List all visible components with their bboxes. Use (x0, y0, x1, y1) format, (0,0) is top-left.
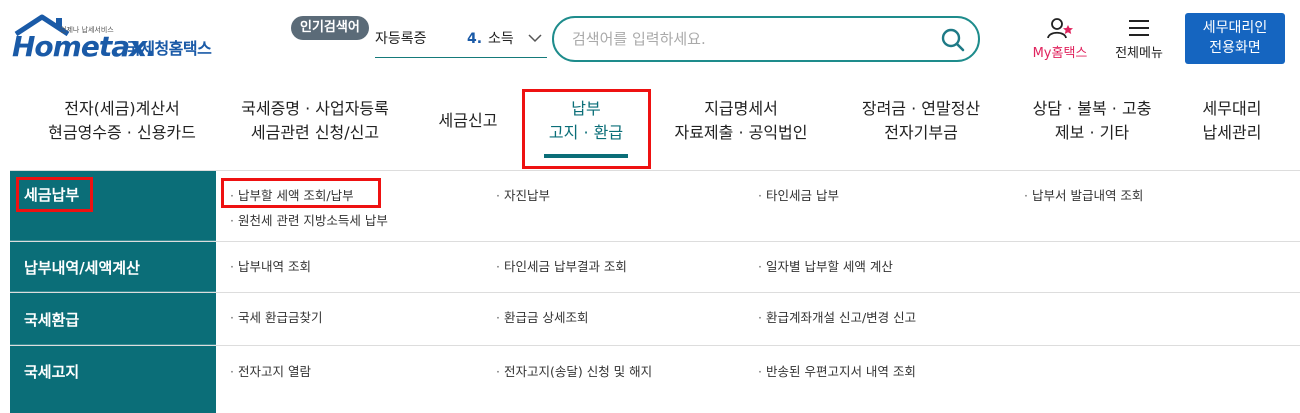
nav-label-line2: 전자기부금 (884, 123, 958, 142)
popular-search-badge: 인기검색어 (291, 16, 369, 40)
my-hometax-label: My홈택스 (1032, 46, 1088, 61)
nav-label-line1: 지급명세서 (704, 99, 778, 118)
nav-label-line1: 국세증명 · 사업자등록 (241, 99, 389, 118)
nav-label-line2: 자료제출 · 공익법인 (674, 123, 808, 142)
nav-label-line2: 세금관련 신청/신고 (250, 123, 380, 142)
nav-item-certificate[interactable]: 국세증명 · 사업자등록 세금관련 신청/신고 (225, 86, 405, 170)
link-find-refund[interactable]: 국세 환급금찾기 (230, 307, 322, 326)
link-refund-account[interactable]: 환급계좌개설 신고/변경 신고 (758, 307, 916, 326)
highlight-box-tax-due-link (221, 178, 381, 208)
all-menu-label: 전체메뉴 (1115, 46, 1163, 61)
nav-label-line1: 전자(세금)계산서 (64, 99, 180, 118)
nav-item-payment-statement[interactable]: 지급명세서 자료제출 · 공익법인 (664, 86, 818, 170)
nav-item-incentive[interactable]: 장려금 · 연말정산 전자기부금 (844, 86, 998, 170)
category-payment-history[interactable]: 납부내역/세액계산 (10, 242, 216, 292)
category-refund[interactable]: 국세환급 (10, 293, 216, 345)
agent-line1: 세무대리인 (1202, 20, 1268, 36)
search-box (552, 16, 980, 62)
header: 언제나 납세서비스 Hometax. 국세청홈택스 인기검색어 자등록증 4. … (0, 0, 1300, 80)
payment-submenu: 세금납부 납부할 세액 조회/납부 자진납부 타인세금 납부 납부서 발급내역 … (10, 170, 1300, 413)
search-icon[interactable] (940, 27, 966, 53)
nav-item-e-invoice[interactable]: 전자(세금)계산서 현금영수증 · 신용카드 (34, 86, 210, 170)
hamburger-menu-icon (1129, 20, 1149, 36)
popular-search-ticker[interactable]: 자등록증 4. 소득 (375, 28, 547, 58)
all-menu-button[interactable]: 전체메뉴 (1108, 16, 1170, 66)
search-input[interactable] (572, 28, 932, 50)
my-hometax-button[interactable]: My홈택스 (1024, 16, 1096, 66)
popular-rank: 4. (467, 31, 483, 47)
user-star-icon (1047, 18, 1073, 39)
nav-label-line2: 현금영수증 · 신용카드 (48, 123, 196, 142)
nav-item-tax-return[interactable]: 세금신고 (428, 86, 508, 170)
nav-item-tax-agent[interactable]: 세무대리 납세관리 (1190, 86, 1274, 170)
submenu-row-payment-history: 납부내역/세액계산 납부내역 조회 타인세금 납부결과 조회 일자별 납부할 세… (10, 242, 1300, 293)
link-others-payment-result[interactable]: 타인세금 납부결과 조회 (496, 256, 627, 275)
link-daily-tax-calc[interactable]: 일자별 납부할 세액 계산 (758, 256, 893, 275)
highlight-box-payment-tab (522, 89, 651, 169)
submenu-row-refund: 국세환급 국세 환급금찾기 환급금 상세조회 환급계좌개설 신고/변경 신고 (10, 293, 1300, 346)
submenu-row-tax-payment: 세금납부 납부할 세액 조회/납부 자진납부 타인세금 납부 납부서 발급내역 … (10, 171, 1300, 242)
chevron-down-icon[interactable] (527, 30, 543, 46)
popular-current-term[interactable]: 소득 (488, 28, 514, 50)
hometax-logo[interactable]: 언제나 납세서비스 Hometax. 국세청홈택스 (12, 14, 227, 64)
link-refund-detail[interactable]: 환급금 상세조회 (496, 307, 588, 326)
highlight-box-tax-payment-category (16, 177, 93, 212)
link-self-payment[interactable]: 자진납부 (496, 185, 550, 204)
nav-label-line1: 장려금 · 연말정산 (861, 99, 981, 118)
popular-prev-term[interactable]: 자등록증 (375, 28, 427, 50)
link-bill-issue-history[interactable]: 납부서 발급내역 조회 (1024, 185, 1143, 204)
link-e-notice-view[interactable]: 전자고지 열람 (230, 361, 311, 380)
nav-label-line1: 세금신고 (438, 111, 498, 130)
agent-line2: 전용화면 (1209, 40, 1261, 56)
submenu-row-notice: 국세고지 전자고지 열람 전자고지(송달) 신청 및 해지 반송된 우편고지서 … (10, 346, 1300, 413)
nav-item-consultation[interactable]: 상담 · 불복 · 고충 제보 · 기타 (1018, 86, 1166, 170)
nav-label-line1: 세무대리 (1202, 99, 1262, 118)
tax-agent-view-button[interactable]: 세무대리인 전용화면 (1185, 13, 1285, 64)
link-pay-others-tax[interactable]: 타인세금 납부 (758, 185, 839, 204)
link-local-income-tax[interactable]: 원천세 관련 지방소득세 납부 (230, 210, 388, 229)
link-returned-mail[interactable]: 반송된 우편고지서 내역 조회 (758, 361, 916, 380)
category-notice[interactable]: 국세고지 (10, 346, 216, 413)
link-e-notice-apply[interactable]: 전자고지(송달) 신청 및 해지 (496, 361, 652, 380)
logo-brand-kr: 국세청홈택스 (126, 39, 212, 58)
nav-label-line1: 상담 · 불복 · 고충 (1032, 99, 1152, 118)
link-payment-history[interactable]: 납부내역 조회 (230, 256, 311, 275)
nav-label-line2: 제보 · 기타 (1054, 123, 1130, 142)
nav-label-line2: 납세관리 (1202, 123, 1262, 142)
